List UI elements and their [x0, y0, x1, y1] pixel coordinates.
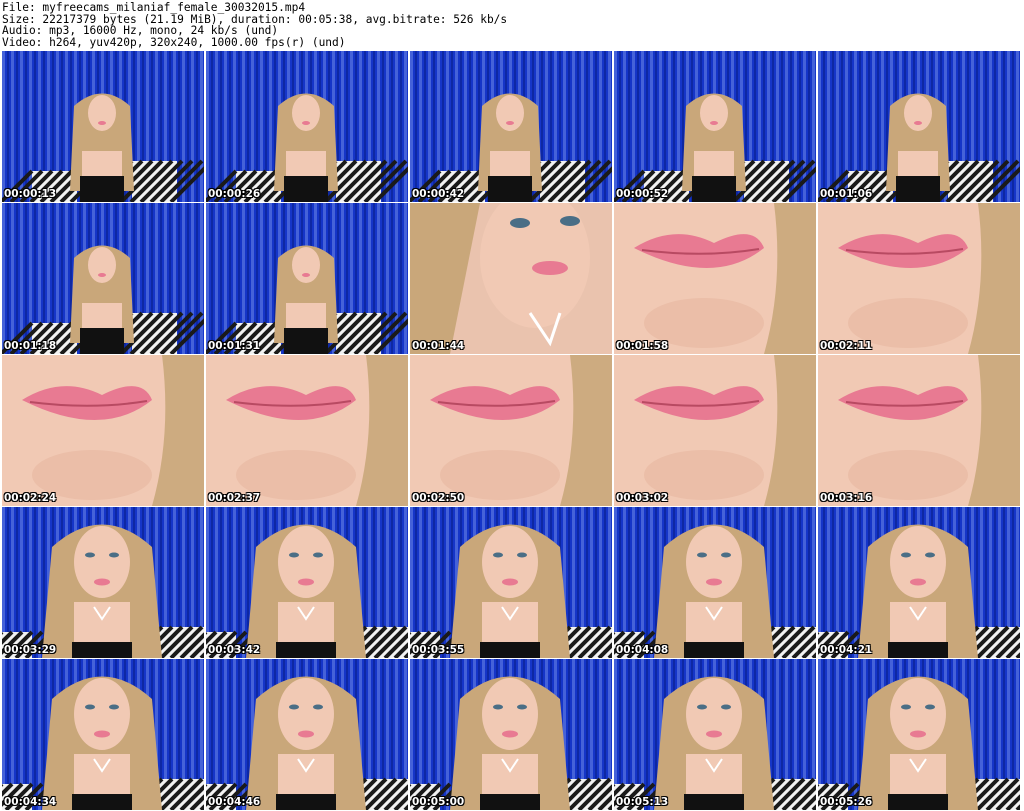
thumbnail-timestamp: 00:01:58 [616, 340, 669, 352]
thumbnail-frame-image [818, 659, 1020, 810]
video-thumbnail: 00:05:00 [410, 659, 612, 810]
thumbnail-timestamp: 00:03:02 [616, 492, 669, 504]
video-thumbnail: 00:01:58 [614, 203, 816, 354]
video-info-line: Video: h264, yuv420p, 320x240, 1000.00 f… [2, 35, 346, 49]
video-thumbnail: 00:05:13 [614, 659, 816, 810]
thumbnail-frame-image [206, 507, 408, 658]
file-info-header: File: myfreecams_milaniaf_female_3003201… [0, 0, 1024, 50]
thumbnail-frame-image [2, 659, 204, 810]
video-thumbnail: 00:01:06 [818, 51, 1020, 202]
video-thumbnail: 00:04:34 [2, 659, 204, 810]
thumbnail-timestamp: 00:04:21 [820, 644, 873, 656]
thumbnail-frame-image [206, 355, 408, 506]
thumbnail-timestamp: 00:01:44 [412, 340, 465, 352]
video-thumbnail: 00:03:02 [614, 355, 816, 506]
thumbnail-timestamp: 00:04:08 [616, 644, 669, 656]
thumbnail-frame-image [206, 51, 408, 202]
thumbnail-frame-image [410, 355, 612, 506]
thumbnail-frame-image [818, 355, 1020, 506]
video-thumbnail: 00:02:11 [818, 203, 1020, 354]
video-thumbnail: 00:04:08 [614, 507, 816, 658]
thumbnail-frame-image [410, 659, 612, 810]
thumbnail-frame-image [614, 659, 816, 810]
thumbnail-timestamp: 00:01:31 [208, 340, 261, 352]
video-thumbnail: 00:00:52 [614, 51, 816, 202]
video-thumbnail: 00:01:31 [206, 203, 408, 354]
thumbnail-frame-image [410, 51, 612, 202]
thumbnail-timestamp: 00:02:37 [208, 492, 261, 504]
thumbnail-timestamp: 00:05:26 [820, 796, 873, 808]
video-thumbnail: 00:03:16 [818, 355, 1020, 506]
video-thumbnail: 00:05:26 [818, 659, 1020, 810]
thumbnail-frame-image [614, 507, 816, 658]
thumbnail-frame-image [614, 51, 816, 202]
thumbnail-timestamp: 00:04:34 [4, 796, 57, 808]
video-thumbnail: 00:04:21 [818, 507, 1020, 658]
video-thumbnail: 00:02:50 [410, 355, 612, 506]
thumbnail-timestamp: 00:05:00 [412, 796, 465, 808]
thumbnail-frame-image [614, 355, 816, 506]
video-thumbnail: 00:03:29 [2, 507, 204, 658]
video-thumbnail: 00:02:37 [206, 355, 408, 506]
audio-info-line: Audio: mp3, 16000 Hz, mono, 24 kb/s (und… [2, 24, 279, 37]
video-thumbnail: 00:00:26 [206, 51, 408, 202]
thumbnail-timestamp: 00:03:42 [208, 644, 261, 656]
video-thumbnail: 00:01:44 [410, 203, 612, 354]
thumbnail-frame-image [410, 203, 612, 354]
thumbnail-frame-image [614, 203, 816, 354]
thumbnail-timestamp: 00:02:11 [820, 340, 873, 352]
thumbnail-timestamp: 00:03:29 [4, 644, 57, 656]
thumbnail-timestamp: 00:01:06 [820, 188, 873, 200]
thumbnail-timestamp: 00:05:13 [616, 796, 669, 808]
thumbnail-frame-image [2, 51, 204, 202]
thumbnail-frame-image [2, 203, 204, 354]
video-thumbnail: 00:00:13 [2, 51, 204, 202]
thumbnail-timestamp: 00:00:52 [616, 188, 669, 200]
thumbnail-timestamp: 00:00:42 [412, 188, 465, 200]
thumbnail-frame-image [2, 507, 204, 658]
video-thumbnail: 00:01:18 [2, 203, 204, 354]
thumbnail-frame-image [818, 51, 1020, 202]
thumbnail-frame-image [2, 355, 204, 506]
thumbnail-grid: 00:00:13 00:00:26 00:00:42 00:00:52 00:01:06… [2, 51, 1020, 810]
thumbnail-frame-image [410, 507, 612, 658]
video-thumbnail: 00:02:24 [2, 355, 204, 506]
thumbnail-timestamp: 00:03:55 [412, 644, 465, 656]
thumbnail-timestamp: 00:02:50 [412, 492, 465, 504]
thumbnail-frame-image [818, 203, 1020, 354]
thumbnail-timestamp: 00:01:18 [4, 340, 57, 352]
thumbnail-timestamp: 00:00:13 [4, 188, 57, 200]
thumbnail-timestamp: 00:04:46 [208, 796, 261, 808]
video-thumbnail: 00:00:42 [410, 51, 612, 202]
file-info-line: File: myfreecams_milaniaf_female_3003201… [2, 1, 306, 14]
thumbnail-timestamp: 00:00:26 [208, 188, 261, 200]
thumbnail-frame-image [206, 203, 408, 354]
video-thumbnail: 00:04:46 [206, 659, 408, 810]
thumbnail-timestamp: 00:03:16 [820, 492, 873, 504]
thumbnail-frame-image [818, 507, 1020, 658]
thumbnail-frame-image [206, 659, 408, 810]
video-thumbnail: 00:03:55 [410, 507, 612, 658]
thumbnail-timestamp: 00:02:24 [4, 492, 57, 504]
video-thumbnail: 00:03:42 [206, 507, 408, 658]
